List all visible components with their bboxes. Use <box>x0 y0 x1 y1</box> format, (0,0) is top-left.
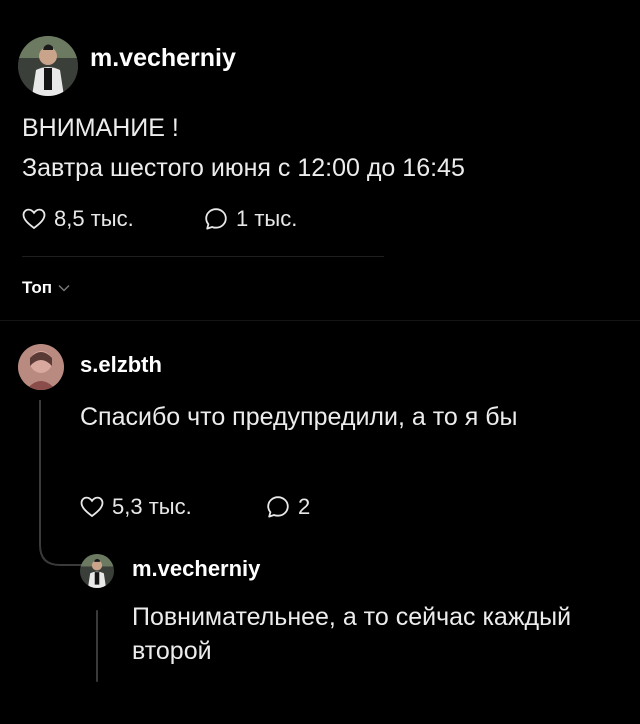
avatar-image <box>18 36 78 96</box>
post-likes[interactable]: 8,5 тыс. <box>22 206 134 232</box>
comments-divider <box>0 320 640 321</box>
comment-likes-count: 5,3 тыс. <box>112 494 192 519</box>
comment-replies[interactable]: 2 <box>266 494 310 520</box>
post-text-line1: ВНИМАНИЕ ! <box>22 114 179 142</box>
heart-icon <box>22 208 46 230</box>
post-comments[interactable]: 1 тыс. <box>204 206 297 232</box>
comment-text: Спасибо что предупредили, а то я бы <box>80 403 518 431</box>
reply-text: Повнимательнее, а то сейчас каждый второ… <box>132 603 572 665</box>
sort-dropdown[interactable]: Топ <box>22 278 70 298</box>
avatar-image <box>18 344 64 390</box>
post-username[interactable]: m.vecherniy <box>90 44 236 73</box>
post-text-line2: Завтра шестого июня с 12:00 до 16:45 <box>22 154 465 182</box>
post-avatar[interactable] <box>18 36 78 96</box>
sort-label: Топ <box>22 278 52 297</box>
thread-connector <box>39 400 96 566</box>
comment-username[interactable]: s.elzbth <box>80 352 162 378</box>
reply-avatar[interactable] <box>80 554 114 588</box>
comment-bubble-icon <box>267 496 289 518</box>
reply-thread-line <box>96 610 98 682</box>
avatar-image <box>80 554 114 588</box>
post-comments-count: 1 тыс. <box>236 206 298 231</box>
comment-bubble-icon <box>205 208 227 230</box>
chevron-down-icon <box>58 284 70 292</box>
comment-replies-count: 2 <box>298 494 311 519</box>
post-divider <box>22 256 384 257</box>
post-likes-count: 8,5 тыс. <box>54 206 134 231</box>
reply-username[interactable]: m.vecherniy <box>132 556 260 582</box>
comment-avatar[interactable] <box>18 344 64 390</box>
